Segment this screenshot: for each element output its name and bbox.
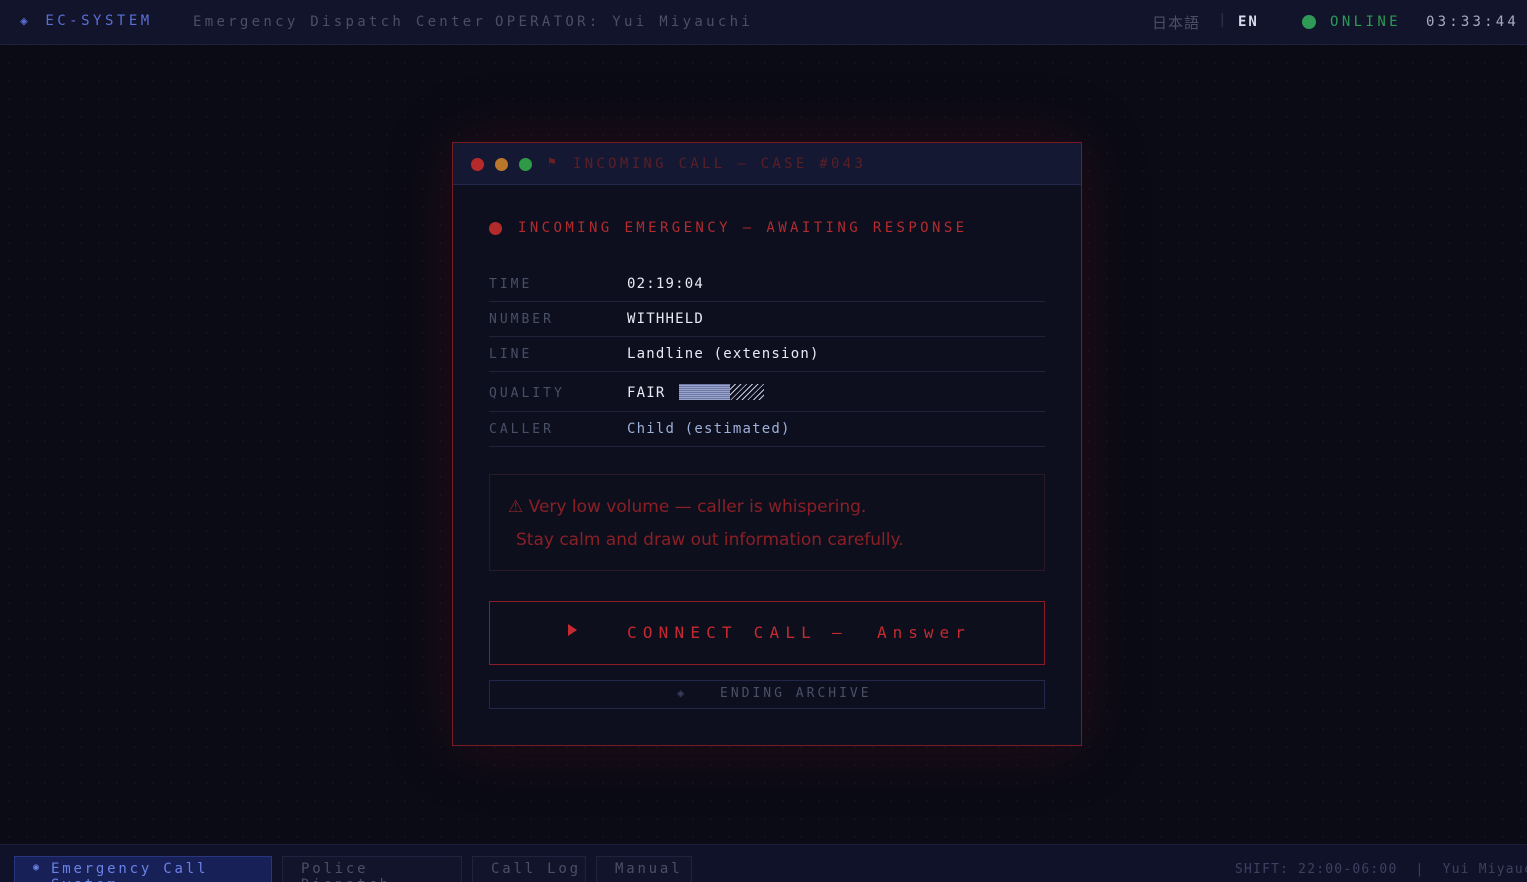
operator-name: OPERATOR: Yui Miyauchi <box>495 14 754 30</box>
connect-call-label: CONNECT CALL <box>627 623 817 642</box>
info-value: WITHHELD <box>627 311 705 327</box>
alert-banner: INCOMING EMERGENCY — AWAITING RESPONSE <box>489 220 968 236</box>
ending-archive-label: ENDING ARCHIVE <box>720 686 872 701</box>
info-row-quality: QUALITY FAIR <box>489 372 1045 412</box>
tab-emergency-call-system[interactable]: ◉ Emergency Call System <box>14 856 272 882</box>
play-icon <box>568 624 577 636</box>
brand-name: EC-SYSTEM <box>45 13 153 29</box>
connect-call-sublabel: Answer <box>877 623 971 642</box>
brand: ◈ EC-SYSTEM <box>20 13 153 29</box>
diamond-logo-icon: ◈ <box>20 13 32 29</box>
info-row-number: NUMBER WITHHELD <box>489 302 1045 337</box>
info-row-caller: CALLER Child (estimated) <box>489 412 1045 447</box>
language-separator: | <box>1218 12 1230 28</box>
online-status: ONLINE <box>1330 14 1401 30</box>
incoming-call-dialog: ⚑ INCOMING CALL — CASE #043 INCOMING EME… <box>452 142 1082 746</box>
center-name: Emergency Dispatch Center <box>193 14 487 30</box>
flag-icon: ⚑ <box>548 155 556 170</box>
language-english[interactable]: EN <box>1238 14 1259 30</box>
connect-call-dash: — <box>832 623 842 642</box>
warning-line-2: Stay calm and draw out information caref… <box>516 530 904 550</box>
info-label: TIME <box>489 277 533 292</box>
ending-archive-button[interactable]: ◈ ENDING ARCHIVE <box>489 680 1045 709</box>
dialog-title: INCOMING CALL — CASE #043 <box>573 156 867 172</box>
warning-line-1: ⚠ Very low volume — caller is whispering… <box>508 497 867 517</box>
taskbar: ◉ Emergency Call System Police Dispatch … <box>0 844 1527 882</box>
quality-meter-empty <box>730 384 764 400</box>
info-row-time: TIME 02:19:04 <box>489 275 1045 302</box>
info-label: LINE <box>489 347 533 362</box>
info-label: CALLER <box>489 422 554 437</box>
quality-meter <box>679 384 764 400</box>
connect-call-button[interactable]: CONNECT CALL — Answer <box>489 601 1045 665</box>
dialog-header: ⚑ INCOMING CALL — CASE #043 <box>453 143 1081 185</box>
active-tab-dot-icon: ◉ <box>33 862 42 873</box>
info-label: QUALITY <box>489 386 565 401</box>
tab-label: Emergency Call System <box>51 861 209 882</box>
info-value: Child (estimated) <box>627 421 791 437</box>
info-value: 02:19:04 <box>627 276 705 292</box>
tab-label: Police Dispatch <box>301 861 388 882</box>
tab-police-dispatch[interactable]: Police Dispatch <box>282 856 462 882</box>
diamond-icon: ◈ <box>677 686 685 700</box>
shift-info: SHIFT: 22:00-06:00 | Yui Miyauchi <box>1235 862 1527 877</box>
online-status-icon <box>1302 15 1316 29</box>
clock: 03:33:44 <box>1426 14 1520 30</box>
tab-call-log[interactable]: Call Log <box>472 856 586 882</box>
alert-dot-icon <box>489 221 502 235</box>
window-close-dot[interactable] <box>471 158 484 171</box>
info-label: NUMBER <box>489 312 554 327</box>
window-minimize-dot[interactable] <box>495 158 508 171</box>
tab-manual[interactable]: Manual <box>596 856 692 882</box>
alert-text: INCOMING EMERGENCY — AWAITING RESPONSE <box>518 220 968 236</box>
top-bar: ◈ EC-SYSTEM Emergency Dispatch Center OP… <box>0 0 1527 45</box>
info-value: Landline (extension) <box>627 346 820 362</box>
language-japanese[interactable]: 日本語 <box>1152 12 1200 33</box>
quality-meter-fill <box>679 384 730 400</box>
tab-label: Manual <box>615 861 683 877</box>
info-value: FAIR <box>627 385 666 401</box>
window-maximize-dot[interactable] <box>519 158 532 171</box>
tab-label: Call Log <box>491 861 581 877</box>
warning-box: ⚠ Very low volume — caller is whispering… <box>489 474 1045 571</box>
info-row-line: LINE Landline (extension) <box>489 337 1045 372</box>
